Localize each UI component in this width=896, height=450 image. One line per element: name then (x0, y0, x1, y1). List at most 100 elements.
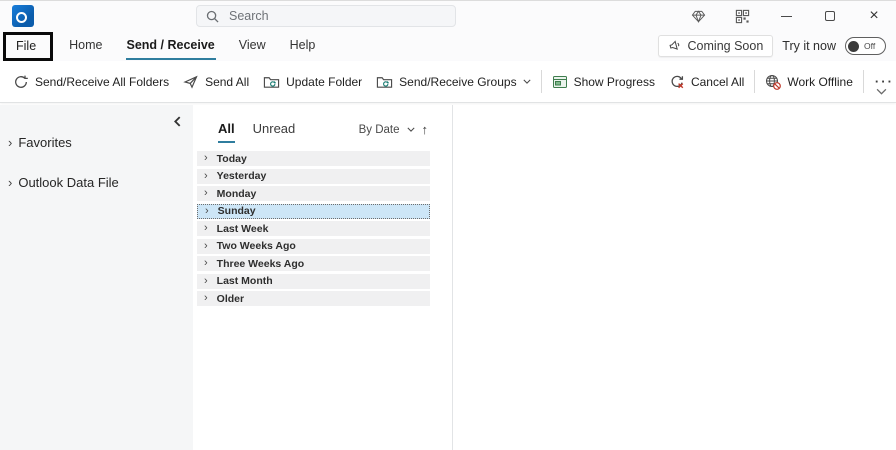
send-receive-groups-button[interactable]: Send/Receive Groups (369, 68, 537, 96)
tab-view[interactable]: View (227, 31, 278, 61)
group-row-two-weeks-ago[interactable]: › Two Weeks Ago (197, 239, 430, 254)
group-row-three-weeks-ago[interactable]: › Three Weeks Ago (197, 256, 430, 271)
sidebar-item-favorites[interactable]: › Favorites (0, 135, 193, 150)
tab-view-label: View (238, 33, 267, 60)
sidebar-item-label: Outlook Data File (18, 175, 118, 190)
show-progress-button[interactable]: Show Progress (545, 68, 662, 96)
folder-pane: › Favorites › Outlook Data File (0, 105, 193, 450)
tab-help-label: Help (289, 33, 317, 60)
diamond-icon[interactable] (676, 1, 720, 31)
sort-by-label: By Date (359, 124, 400, 136)
progress-window-icon (552, 74, 568, 90)
minimize-icon (781, 16, 792, 17)
chevron-right-icon: › (204, 276, 208, 287)
coming-soon-label: Coming Soon (688, 39, 764, 53)
group-label: Monday (217, 188, 257, 200)
sort-ascending-icon[interactable]: ↑ (422, 122, 429, 137)
group-label: Last Week (217, 223, 269, 235)
group-label: Older (217, 293, 244, 305)
send-receive-all-folders-button[interactable]: Send/Receive All Folders (6, 68, 176, 96)
filter-tab-unread[interactable]: Unread (253, 121, 296, 143)
megaphone-icon (666, 37, 683, 54)
chevron-right-icon: › (204, 153, 208, 164)
group-row-last-week[interactable]: › Last Week (197, 221, 430, 236)
work-offline-label: Work Offline (787, 75, 853, 89)
tab-send-receive[interactable]: Send / Receive (115, 31, 227, 61)
chevron-right-icon: › (204, 188, 208, 199)
tab-home-label: Home (68, 33, 103, 60)
group-row-yesterday[interactable]: › Yesterday (197, 169, 430, 184)
cancel-all-button[interactable]: Cancel All (662, 68, 751, 96)
group-row-monday[interactable]: › Monday (197, 186, 430, 201)
chevron-right-icon: › (204, 258, 208, 269)
tab-home[interactable]: Home (57, 31, 114, 61)
tab-help[interactable]: Help (278, 31, 328, 61)
sidebar-item-outlook-data-file[interactable]: › Outlook Data File (0, 175, 193, 190)
chevron-right-icon: › (204, 293, 208, 304)
send-all-label: Send All (205, 75, 249, 89)
show-progress-label: Show Progress (574, 75, 655, 89)
maximize-button[interactable] (808, 1, 852, 31)
chevron-right-icon: › (204, 171, 208, 182)
group-label: Three Weeks Ago (217, 258, 305, 270)
group-row-sunday[interactable]: › Sunday (197, 204, 430, 219)
ribbon-separator (541, 70, 542, 93)
group-list: › Today › Yesterday › Monday › Sunday › (197, 151, 430, 306)
group-row-last-month[interactable]: › Last Month (197, 274, 430, 289)
qr-grid-icon[interactable] (720, 1, 764, 31)
titlebar: × (0, 1, 896, 31)
chevron-down-icon (876, 88, 887, 95)
group-label: Last Month (217, 275, 273, 287)
cancel-sync-icon (669, 74, 685, 90)
collapse-folder-pane-button[interactable] (0, 105, 193, 127)
chevron-right-icon: › (8, 176, 12, 189)
send-receive-all-folders-label: Send/Receive All Folders (35, 75, 169, 89)
window-controls: × (676, 1, 896, 31)
sidebar-item-label: Favorites (18, 135, 71, 150)
search-box[interactable] (196, 5, 456, 27)
chevron-left-icon (174, 116, 181, 127)
folder-sync-icon (263, 74, 280, 90)
chevron-down-icon (407, 127, 415, 132)
update-folder-label: Update Folder (286, 75, 362, 89)
outlook-logo-icon (12, 5, 34, 27)
group-label: Two Weeks Ago (217, 240, 296, 252)
group-row-today[interactable]: › Today (197, 151, 430, 166)
maximize-icon (825, 11, 835, 21)
close-icon: × (869, 8, 878, 24)
coming-soon-button[interactable]: Coming Soon (658, 35, 774, 57)
group-row-older[interactable]: › Older (197, 291, 430, 306)
minimize-button[interactable] (764, 1, 808, 31)
filter-tab-all[interactable]: All (218, 121, 235, 143)
try-it-now-toggle[interactable]: Off (845, 37, 886, 55)
sort-control[interactable]: By Date ↑ (359, 122, 428, 143)
tab-file[interactable]: File (3, 32, 53, 61)
toggle-knob (848, 41, 859, 52)
folder-sync-icon (376, 74, 393, 90)
message-list-header: All Unread By Date ↑ (193, 105, 452, 143)
group-label: Yesterday (217, 170, 267, 182)
main-content: › Favorites › Outlook Data File All Unre… (0, 105, 896, 450)
update-folder-button[interactable]: Update Folder (256, 68, 369, 96)
chevron-right-icon: › (204, 241, 208, 252)
cancel-all-label: Cancel All (691, 75, 744, 89)
work-offline-button[interactable]: Work Offline (758, 68, 860, 96)
search-input[interactable] (227, 8, 446, 24)
chevron-right-icon: › (204, 223, 208, 234)
send-all-button[interactable]: Send All (176, 68, 256, 96)
chevron-right-icon: › (8, 136, 12, 149)
reading-pane (453, 105, 896, 450)
group-label: Sunday (218, 205, 256, 217)
search-icon (206, 10, 219, 23)
close-button[interactable]: × (852, 1, 896, 31)
collapse-ribbon-button[interactable] (876, 82, 887, 100)
chevron-down-icon (523, 79, 531, 84)
send-receive-groups-label: Send/Receive Groups (399, 75, 516, 89)
chevron-right-icon: › (205, 206, 209, 217)
outlook-window: × File Home Send / Receive View Help Com… (0, 0, 896, 450)
sync-icon (13, 74, 29, 90)
offline-globe-icon (765, 74, 781, 90)
coming-soon-area: Coming Soon Try it now Off (658, 35, 896, 57)
group-label: Today (217, 153, 247, 165)
message-list: All Unread By Date ↑ › Today › Yesterday (193, 105, 453, 450)
